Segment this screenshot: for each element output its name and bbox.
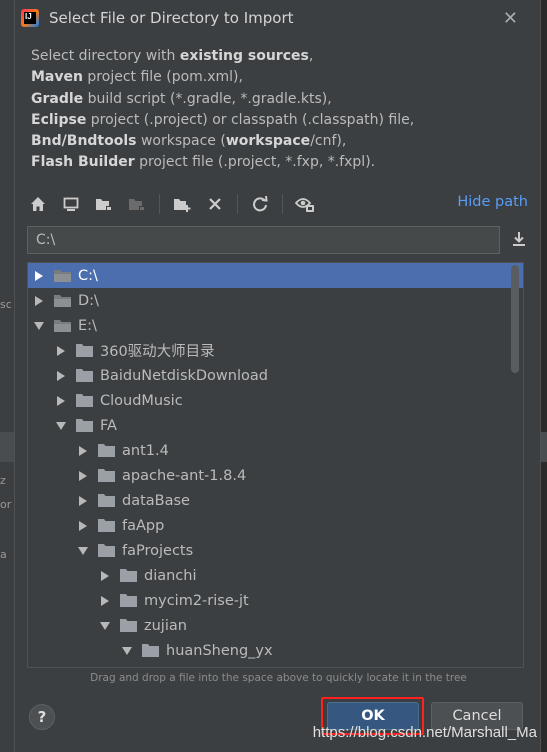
delete-icon[interactable] (204, 193, 226, 215)
tree-item[interactable]: apache-ant-1.8.4 (28, 463, 523, 488)
help-button[interactable]: ? (29, 704, 55, 730)
expanded-arrow-icon[interactable] (120, 644, 134, 658)
folder-icon (98, 518, 116, 533)
tree-item-label: 360驱动大师目录 (100, 344, 215, 360)
import-description: Select directory with existing sources, … (31, 48, 415, 171)
show-hidden-files-icon[interactable] (294, 193, 316, 215)
folder-icon (98, 468, 116, 483)
collapsed-arrow-icon[interactable] (32, 269, 46, 283)
folder-icon (76, 393, 94, 408)
folder-icon (76, 368, 94, 383)
collapsed-arrow-icon[interactable] (76, 469, 90, 483)
tree-item-label: BaiduNetdiskDownload (100, 367, 268, 384)
collapsed-arrow-icon[interactable] (54, 394, 68, 408)
tree-item-label: faApp (122, 517, 165, 534)
close-icon[interactable]: ✕ (503, 8, 518, 29)
background-fragment: z (0, 474, 6, 487)
collapsed-arrow-icon[interactable] (76, 444, 90, 458)
tree-item[interactable]: C:\ (28, 263, 523, 288)
collapsed-arrow-icon[interactable] (98, 569, 112, 583)
toolbar-separator (282, 194, 283, 214)
collapsed-arrow-icon[interactable] (32, 294, 46, 308)
tree-item[interactable]: 360驱动大师目录 (28, 338, 523, 363)
collapsed-arrow-icon[interactable] (76, 519, 90, 533)
tree-item[interactable]: D:\ (28, 288, 523, 313)
expanded-arrow-icon[interactable] (32, 319, 46, 333)
background-bar (0, 432, 14, 462)
new-folder-icon[interactable] (171, 193, 193, 215)
tree-item[interactable]: faProjects (28, 538, 523, 563)
drag-drop-hint: Drag and drop a file into the space abov… (90, 672, 467, 684)
folder-icon (98, 443, 116, 458)
tree-item[interactable]: faApp (28, 513, 523, 538)
title-bar: IJ Select File or Directory to Import ✕ (15, 0, 540, 36)
folder-icon (76, 418, 94, 433)
desktop-icon[interactable] (60, 193, 82, 215)
collapsed-arrow-icon[interactable] (54, 344, 68, 358)
folder-icon (120, 593, 138, 608)
tree-item[interactable]: CloudMusic (28, 388, 523, 413)
tree-item-label: ant1.4 (122, 442, 169, 459)
expanded-arrow-icon[interactable] (98, 619, 112, 633)
tree-item[interactable]: FA (28, 413, 523, 438)
import-dialog: IJ Select File or Directory to Import ✕ … (14, 0, 541, 752)
background-fragment: a (0, 548, 7, 561)
folder-icon (98, 543, 116, 558)
tree-item-label: mycim2-rise-jt (144, 592, 249, 609)
download-icon[interactable] (510, 230, 528, 248)
folder-icon (142, 643, 160, 658)
tree-item[interactable]: huanSheng_yx (28, 638, 523, 663)
folder-icon (120, 568, 138, 583)
background-fragment: sc (0, 298, 12, 311)
tree-item[interactable]: zujian (28, 613, 523, 638)
expanded-arrow-icon[interactable] (76, 544, 90, 558)
home-icon[interactable] (27, 193, 49, 215)
background-fragment: or (0, 498, 12, 511)
tree-item[interactable]: BaiduNetdiskDownload (28, 363, 523, 388)
refresh-icon[interactable] (249, 193, 271, 215)
folder-icon (98, 493, 116, 508)
folder-icon (120, 618, 138, 633)
intellij-app-icon: IJ (21, 9, 39, 27)
background-ide-strip: sc z or a (0, 0, 14, 752)
collapsed-arrow-icon[interactable] (54, 369, 68, 383)
watermark-url: https://blog.csdn.net/Marshall_Ma (312, 724, 537, 741)
tree-item[interactable]: ant1.4 (28, 438, 523, 463)
path-input[interactable] (27, 226, 500, 254)
file-tree[interactable]: C:\ D:\ E:\ 360驱动大师目录 BaiduNetdiskDownload Cl… (27, 262, 524, 668)
drive-icon (54, 293, 72, 308)
tree-item-label: faProjects (122, 542, 194, 559)
toolbar-separator (159, 194, 160, 214)
tree-item-label: CloudMusic (100, 392, 183, 409)
tree-item-label: dataBase (122, 492, 190, 509)
tree-item-label: E:\ (78, 317, 97, 334)
tree-item-label: D:\ (78, 292, 99, 309)
collapsed-arrow-icon[interactable] (98, 594, 112, 608)
drive-icon (54, 268, 72, 283)
tree-item[interactable]: E:\ (28, 313, 523, 338)
tree-item[interactable]: mycim2-rise-jt (28, 588, 523, 613)
tree-item-label: dianchi (144, 567, 197, 584)
tree-item-label: FA (100, 417, 117, 434)
tree-item[interactable]: dianchi (28, 563, 523, 588)
module-folder-icon[interactable] (126, 193, 148, 215)
hide-path-link[interactable]: Hide path (457, 194, 528, 210)
toolbar-separator (237, 194, 238, 214)
tree-item-label: C:\ (78, 267, 98, 284)
folder-icon (76, 343, 94, 358)
tree-item-label: zujian (144, 617, 187, 634)
dialog-title: Select File or Directory to Import (49, 9, 294, 27)
tree-item-label: apache-ant-1.8.4 (122, 467, 247, 484)
expanded-arrow-icon[interactable] (54, 419, 68, 433)
path-row (27, 226, 528, 254)
collapsed-arrow-icon[interactable] (76, 494, 90, 508)
tree-scrollbar[interactable] (511, 265, 519, 373)
tree-item-label: huanSheng_yx (166, 642, 273, 659)
tree-item[interactable]: dataBase (28, 488, 523, 513)
project-folder-icon[interactable] (93, 193, 115, 215)
drive-icon (54, 318, 72, 333)
file-chooser-toolbar: Hide path (27, 190, 528, 218)
